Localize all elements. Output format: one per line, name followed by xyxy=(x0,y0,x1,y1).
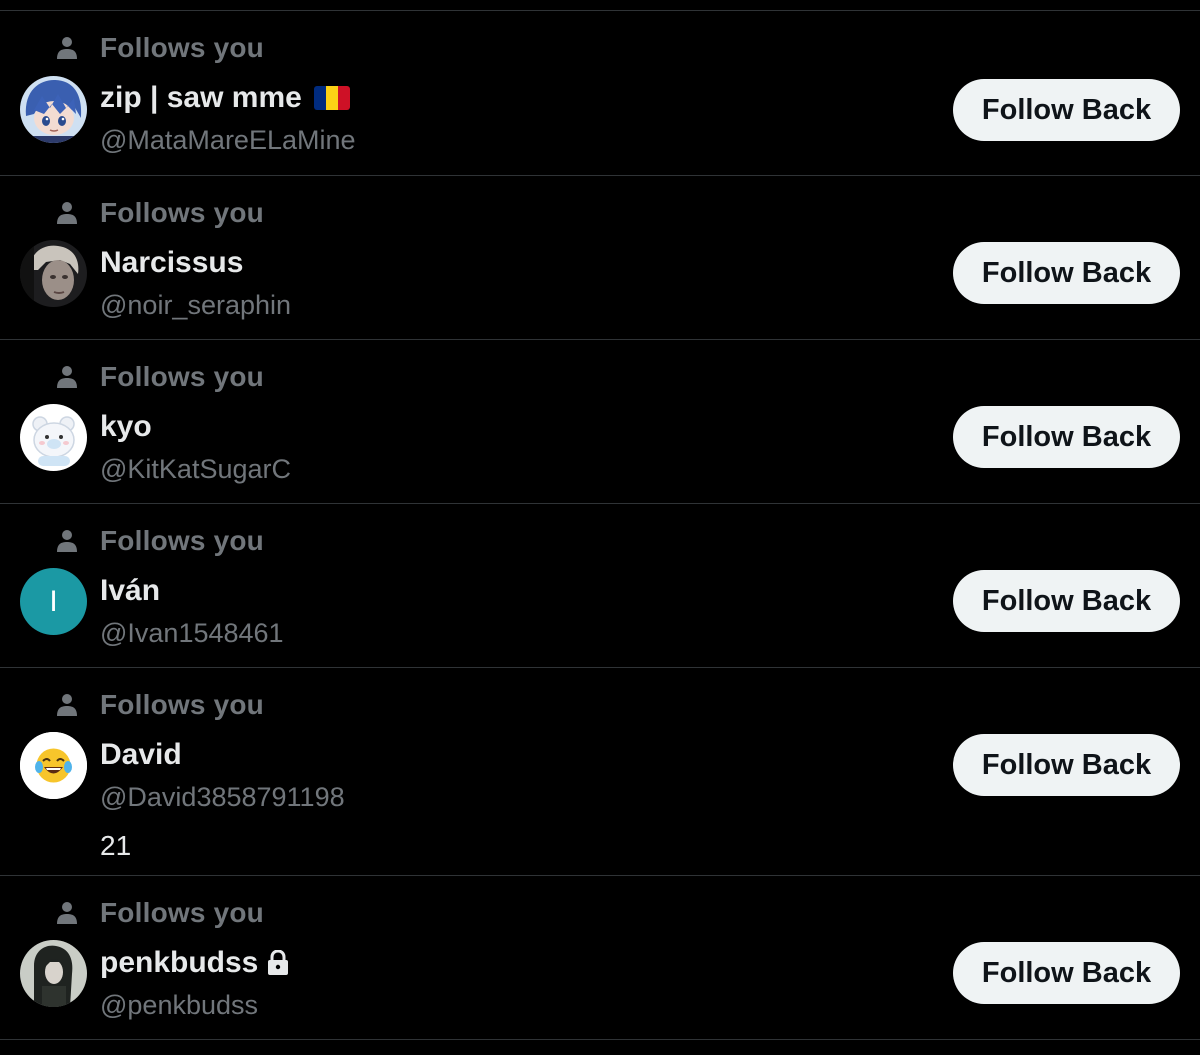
user-cell[interactable]: Follows you I Iván @Ivan1548461 Follow B… xyxy=(0,504,1200,668)
romania-flag-icon xyxy=(313,86,350,110)
followers-list: Follows you zip | saw mme @MataMareELaMi… xyxy=(0,0,1200,1055)
follows-you-label: Follows you xyxy=(100,197,264,228)
avatar[interactable]: I xyxy=(20,568,87,635)
user-handle[interactable]: @Ivan1548461 xyxy=(100,618,284,649)
avatar[interactable] xyxy=(20,240,87,307)
follows-you-indicator: Follows you xyxy=(56,197,264,228)
person-icon xyxy=(57,37,77,59)
person-icon xyxy=(57,202,77,224)
anime-avatar-image xyxy=(20,76,87,143)
follow-back-button[interactable]: Follow Back xyxy=(953,242,1180,304)
follows-you-label: Follows you xyxy=(100,897,264,928)
display-name[interactable]: zip | saw mme xyxy=(100,81,350,115)
photo-avatar-image xyxy=(20,940,87,1007)
user-handle[interactable]: @David3858791198 xyxy=(100,782,345,813)
person-icon xyxy=(57,902,77,924)
user-handle[interactable]: @noir_seraphin xyxy=(100,290,291,321)
avatar[interactable] xyxy=(20,404,87,471)
photo-avatar-image xyxy=(20,240,87,307)
follows-you-label: Follows you xyxy=(100,525,264,556)
follow-back-button[interactable]: Follow Back xyxy=(953,734,1180,796)
user-cell[interactable]: Follows you penkbudss @penkbudss Follow … xyxy=(0,876,1200,1040)
display-name[interactable]: penkbudss xyxy=(100,946,289,980)
user-bio: 21 xyxy=(100,830,132,861)
follows-you-indicator: Follows you xyxy=(56,525,264,556)
display-name[interactable]: Iván xyxy=(100,574,160,608)
follow-back-button[interactable]: Follow Back xyxy=(953,79,1180,141)
display-name[interactable]: David xyxy=(100,738,182,772)
user-handle[interactable]: @KitKatSugarC xyxy=(100,454,291,485)
avatar[interactable] xyxy=(20,76,87,143)
user-cell[interactable]: Follows you David @David3858791198 21 Fo… xyxy=(0,668,1200,876)
person-icon xyxy=(57,366,77,388)
user-cell[interactable]: Follows you Narcissus @noir_seraphin Fol… xyxy=(0,176,1200,340)
follows-you-indicator: Follows you xyxy=(56,689,264,720)
display-name[interactable]: kyo xyxy=(100,410,152,444)
person-icon xyxy=(57,694,77,716)
lock-icon xyxy=(268,950,289,975)
bear-avatar-image xyxy=(20,404,87,471)
follows-you-indicator: Follows you xyxy=(56,361,264,392)
display-name[interactable]: Narcissus xyxy=(100,246,243,280)
follow-back-button[interactable]: Follow Back xyxy=(953,942,1180,1004)
avatar[interactable] xyxy=(20,732,87,799)
user-cell[interactable]: Follows you kyo @KitKatSugarC Follow Bac… xyxy=(0,340,1200,504)
follows-you-label: Follows you xyxy=(100,689,264,720)
follows-you-indicator: Follows you xyxy=(56,897,264,928)
user-handle[interactable]: @MataMareELaMine xyxy=(100,125,356,156)
avatar[interactable] xyxy=(20,940,87,1007)
follows-you-label: Follows you xyxy=(100,32,264,63)
follow-back-button[interactable]: Follow Back xyxy=(953,570,1180,632)
laughing-emoji-avatar-image xyxy=(20,732,87,799)
person-icon xyxy=(57,530,77,552)
follow-back-button[interactable]: Follow Back xyxy=(953,406,1180,468)
user-cell[interactable]: Follows you zip | saw mme @MataMareELaMi… xyxy=(0,11,1200,176)
user-handle[interactable]: @penkbudss xyxy=(100,990,258,1021)
avatar-letter: I xyxy=(49,584,58,618)
follows-you-indicator: Follows you xyxy=(56,32,264,63)
follows-you-label: Follows you xyxy=(100,361,264,392)
